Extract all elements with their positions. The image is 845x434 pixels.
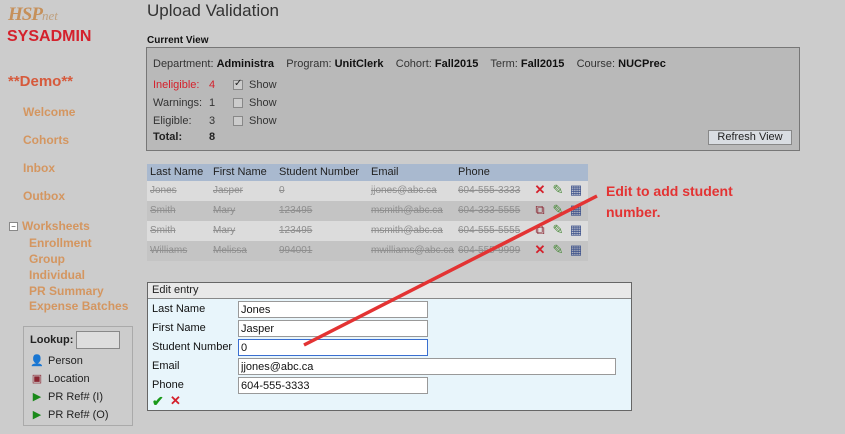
annotation-line2: number.: [606, 204, 661, 220]
annotation-text: Edit to add student number.: [606, 181, 733, 223]
annotation-line: [303, 194, 598, 347]
annotation-line1: Edit to add student: [606, 183, 733, 199]
